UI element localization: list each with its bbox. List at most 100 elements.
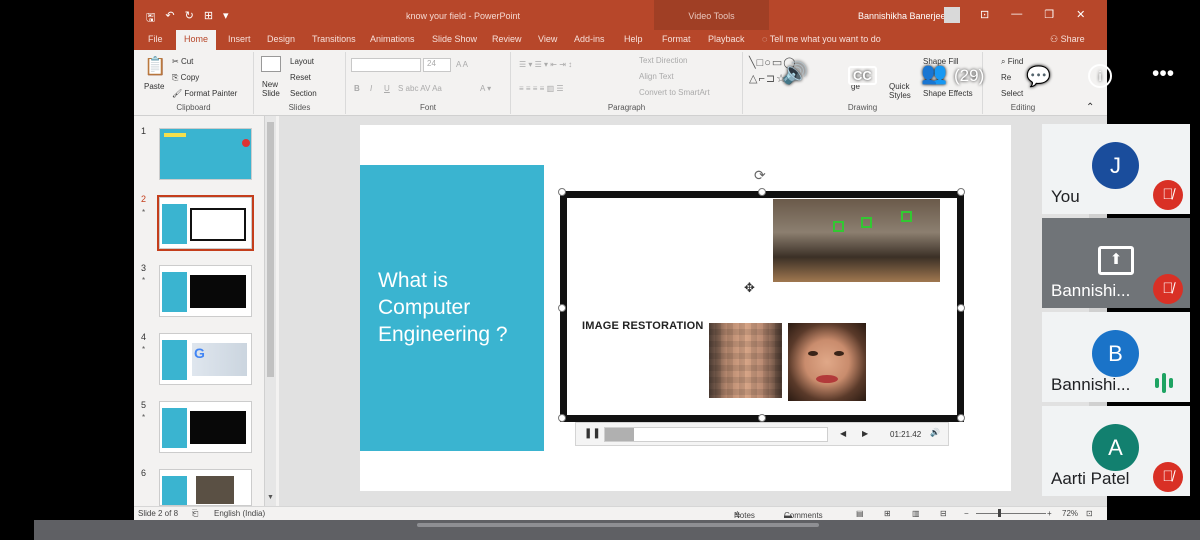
video-progress-track[interactable] [604,427,828,442]
slide-thumbnail-5[interactable] [159,401,252,453]
zoom-level[interactable]: 72% [1062,509,1078,518]
align-text-button[interactable]: Align Text [639,72,674,81]
zoom-in-icon[interactable]: + [1047,509,1052,518]
text-direction-button[interactable]: Text Direction [639,56,687,65]
resize-handle[interactable] [957,188,965,196]
user-name[interactable]: Bannishikha Banerjee [858,11,946,21]
align-icons[interactable]: ≡ ≡ ≡ ≡ ▥ ☰ [519,84,564,93]
participant-tile-presenter[interactable]: ⬆ Bannishi... 🎙̸ [1042,218,1190,308]
format-painter-button[interactable]: 🖌 Format Painter [172,89,237,98]
tab-format[interactable]: Format [662,34,691,44]
tab-design[interactable]: Design [267,34,295,44]
slide-title[interactable]: What is Computer Engineering ? [378,267,538,348]
slide-thumbnail-3[interactable] [159,265,252,317]
tab-insert[interactable]: Insert [228,34,251,44]
resize-handle[interactable] [558,188,566,196]
resize-handle[interactable] [758,414,766,422]
italic-icon[interactable]: I [370,84,372,93]
new-slide-icon[interactable] [261,56,281,72]
ribbon-display-icon[interactable]: ⊡ [980,8,989,21]
user-avatar[interactable] [944,7,960,23]
slide-thumbnail-4[interactable]: G [159,333,252,385]
tab-animations[interactable]: Animations [370,34,415,44]
start-slideshow-icon[interactable]: ⊞ [204,9,213,28]
close-icon[interactable]: ✕ [1076,8,1085,21]
strikethrough-icon[interactable]: S abc AV Aa [398,84,442,93]
slideshow-view-icon[interactable]: ⊟ [940,509,947,518]
select-button[interactable]: Select [1001,89,1023,98]
chat-icon[interactable]: 💬 [1026,64,1051,89]
tab-view[interactable]: View [538,34,557,44]
language-indicator[interactable]: English (India) [214,509,265,518]
reset-button[interactable]: Reset [290,73,311,82]
font-color-icon[interactable]: A ▾ [480,84,491,93]
new-slide-button[interactable]: New Slide [262,80,286,98]
normal-view-icon[interactable]: ▤ [856,509,864,518]
volume-icon[interactable]: 🔊 [782,62,808,86]
tab-slide-show[interactable]: Slide Show [432,34,477,44]
scroll-down-icon[interactable]: ▼ [267,494,274,501]
thumbnails-scrollbar[interactable]: ▼ [264,116,276,506]
undo-icon[interactable]: ↶ [165,9,174,28]
participant-tile-speaker[interactable]: B Bannishi... [1042,312,1190,402]
tab-transitions[interactable]: Transitions [312,34,356,44]
tab-home[interactable]: Home [176,30,217,50]
video-frame[interactable]: IMAGE RESTORATION ✥ [560,191,964,422]
quick-styles-button[interactable]: Quick Styles [889,82,917,100]
paste-icon[interactable]: 📋 [144,56,166,77]
tab-review[interactable]: Review [492,34,522,44]
more-icon[interactable]: ••• [1152,62,1174,86]
pause-icon[interactable]: ❚❚ [584,428,601,439]
redo-icon[interactable]: ↻ [185,9,194,28]
zoom-slider-thumb[interactable] [998,509,1001,517]
tell-me-search[interactable]: ◌ Tell me what you want to do [762,34,881,44]
resize-handle[interactable] [957,414,965,422]
slide-thumbnail-2[interactable] [157,195,254,251]
volume-icon[interactable]: 🔊 [930,428,940,437]
share-button[interactable]: ⚇ Share [1050,34,1085,45]
tab-file[interactable]: File [148,34,163,44]
spellcheck-icon[interactable]: ⎗ [192,509,198,519]
copy-button[interactable]: ⎘ Copy [172,73,199,83]
minimize-icon[interactable]: — [1011,8,1022,21]
shape-effects-button[interactable]: Shape Effects [923,89,973,98]
rotate-handle-icon[interactable]: ⟳ [754,167,766,184]
slide-thumbnail-1[interactable] [159,128,252,180]
resize-handle[interactable] [758,188,766,196]
slide-sorter-icon[interactable]: ⊞ [884,509,891,518]
find-button[interactable]: ⌕ Find [1001,57,1023,67]
font-name-box[interactable] [351,58,421,72]
skip-back-icon[interactable]: ◀ [840,429,846,438]
resize-handle[interactable] [957,304,965,312]
zoom-out-icon[interactable]: − [964,509,969,518]
layout-button[interactable]: Layout [290,57,314,66]
tab-playback[interactable]: Playback [708,34,745,44]
cut-button[interactable]: ✂ Cut [172,57,193,66]
current-slide[interactable]: What is Computer Engineering ? ⟳ IMAGE R… [360,125,1011,491]
slide-thumbnail-6[interactable] [159,469,252,506]
restore-icon[interactable]: ❐ [1044,8,1054,21]
bold-icon[interactable]: B [354,84,360,93]
tab-help[interactable]: Help [624,34,643,44]
font-grow-icon[interactable]: A A [456,60,468,69]
participant-tile-aarti[interactable]: A Aarti Patel 🎙̸ [1042,406,1190,496]
save-icon[interactable]: 🖫 [146,9,155,28]
replace-button[interactable]: Re [1001,73,1011,82]
convert-smartart-button[interactable]: Convert to SmartArt [639,88,710,97]
reading-view-icon[interactable]: ▥ [912,509,920,518]
captions-icon[interactable]: CC [848,66,877,85]
resize-handle[interactable] [558,304,566,312]
info-icon[interactable]: i [1088,64,1112,88]
fit-slide-icon[interactable]: ⊡ [1086,509,1093,518]
home-gesture-pill[interactable] [417,523,819,527]
resize-handle[interactable] [558,414,566,422]
people-icon[interactable]: 👥 [921,62,947,86]
tab-add-ins[interactable]: Add-ins [574,34,605,44]
participant-tile-you[interactable]: J You 🎙̸ [1042,124,1190,214]
participant-count[interactable]: (29) [954,66,984,86]
underline-icon[interactable]: U [384,84,390,93]
customize-qat-icon[interactable]: ▾ [223,9,229,28]
section-button[interactable]: Section [290,89,317,98]
collapse-ribbon-icon[interactable]: ⌃ [1086,102,1094,113]
font-size-box[interactable]: 24 [423,58,451,72]
